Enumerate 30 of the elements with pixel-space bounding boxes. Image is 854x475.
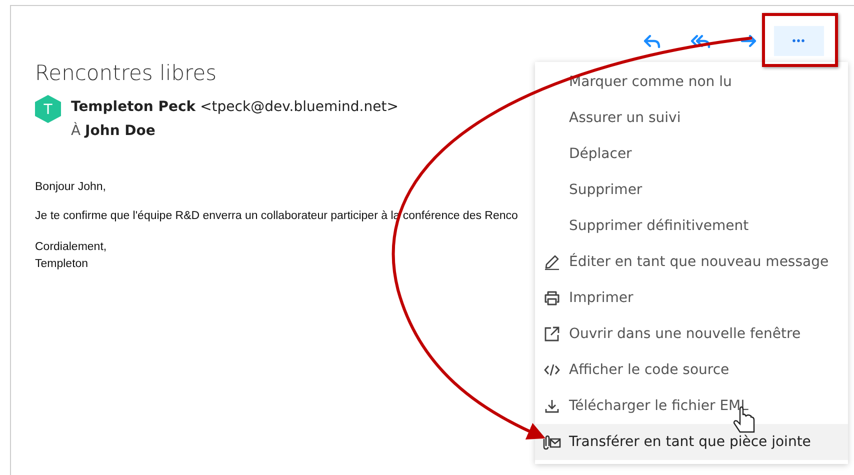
menu-item[interactable]: Éditer en tant que nouveau message — [535, 244, 848, 280]
email-subject: Rencontres libres — [35, 61, 217, 85]
forward-icon[interactable] — [740, 33, 758, 49]
download-icon — [543, 398, 561, 414]
menu-item[interactable]: Supprimer définitivement — [535, 208, 848, 244]
menu-item[interactable]: Déplacer — [535, 136, 848, 172]
pencil-icon — [543, 254, 561, 270]
menu-item[interactable]: Télécharger le fichier EML — [535, 388, 848, 424]
avatar: T — [35, 95, 61, 123]
menu-item[interactable]: Transférer en tant que pièce jointe — [535, 424, 848, 460]
reply-icon[interactable] — [642, 33, 662, 49]
recipient-name: John Doe — [85, 123, 156, 139]
attachment-mail-icon — [543, 434, 561, 450]
external-link-icon — [543, 326, 561, 342]
signature-line: Templeton — [35, 257, 90, 272]
printer-icon — [543, 290, 561, 306]
menu-item[interactable]: Imprimer — [535, 280, 848, 316]
menu-item[interactable]: Assurer un suivi — [535, 100, 848, 136]
reply-all-icon[interactable] — [690, 33, 712, 49]
menu-item[interactable]: Ouvrir dans une nouvelle fenêtre — [535, 316, 848, 352]
sender-name: Templeton Peck — [71, 99, 196, 115]
more-button[interactable]: ••• — [774, 26, 824, 56]
signature-line: Cordialement, — [35, 240, 108, 255]
sender-email: <tpeck@dev.bluemind.net> — [200, 99, 398, 115]
to-label: À — [71, 123, 81, 139]
code-icon — [543, 362, 561, 378]
body-paragraph: Bonjour John, — [35, 181, 107, 193]
menu-item[interactable]: Afficher le code source — [535, 352, 848, 388]
menu-item[interactable]: Supprimer — [535, 172, 848, 208]
menu-item[interactable]: Marquer comme non lu — [535, 64, 848, 100]
